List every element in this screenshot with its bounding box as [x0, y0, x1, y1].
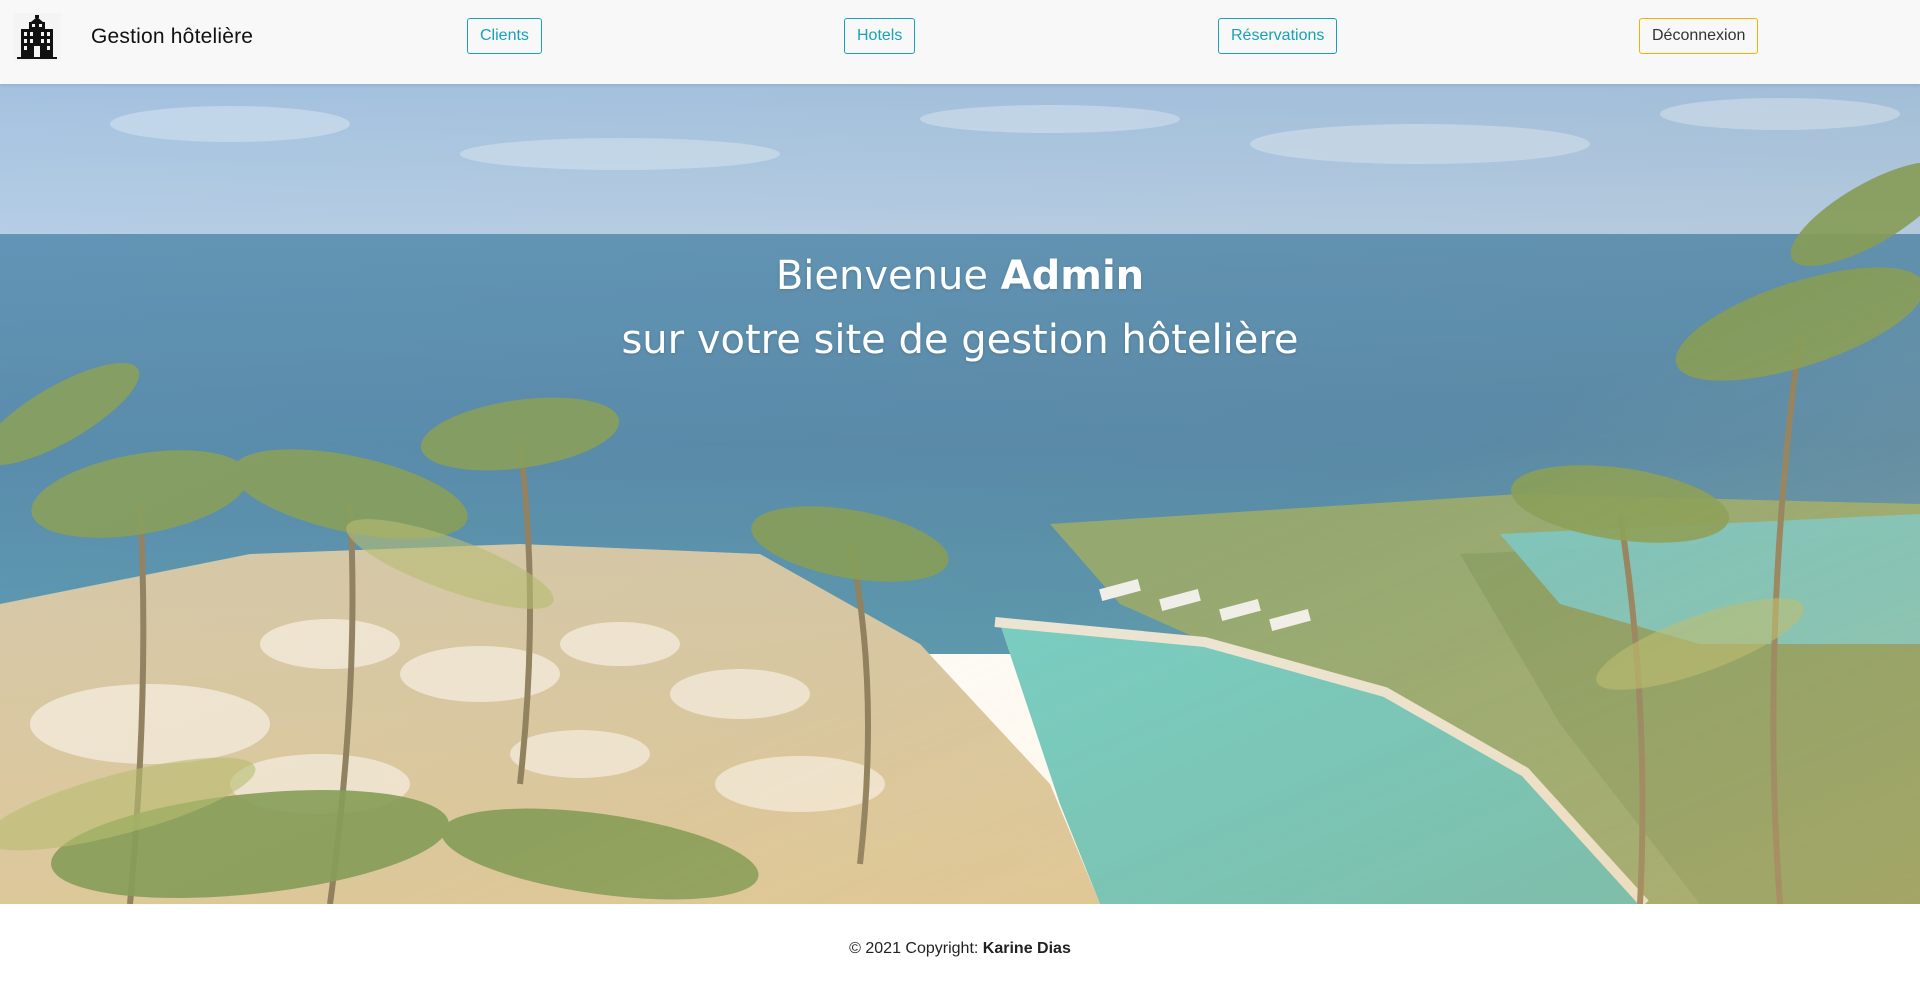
hero-background-image — [0, 84, 1920, 904]
hero-greeting-line: Bienvenue Admin — [0, 244, 1920, 308]
reservations-button[interactable]: Réservations — [1218, 18, 1338, 54]
brand-name: Gestion hôtelière — [91, 25, 254, 48]
page-footer: © 2021 Copyright: Karine Dias — [0, 904, 1920, 965]
hero-subtitle: sur votre site de gestion hôtelière — [621, 317, 1299, 363]
logout-button[interactable]: Déconnexion — [1639, 18, 1759, 54]
brand-link[interactable]: Gestion hôtelière — [13, 13, 253, 61]
footer-author: Karine Dias — [982, 940, 1071, 957]
hero-username: Admin — [1000, 253, 1145, 299]
clients-button[interactable]: Clients — [467, 18, 542, 54]
hero-section: Bienvenue Admin sur votre site de gestio… — [0, 84, 1920, 904]
hero-greeting: Bienvenue — [775, 253, 988, 299]
top-navbar: Gestion hôtelière Clients Hotels Réserva… — [0, 0, 1920, 84]
hotels-button[interactable]: Hotels — [844, 18, 916, 54]
footer-copyright: © 2021 Copyright: — [849, 940, 979, 957]
hotel-building-icon — [13, 13, 61, 61]
hero-welcome: Bienvenue Admin sur votre site de gestio… — [0, 244, 1920, 372]
